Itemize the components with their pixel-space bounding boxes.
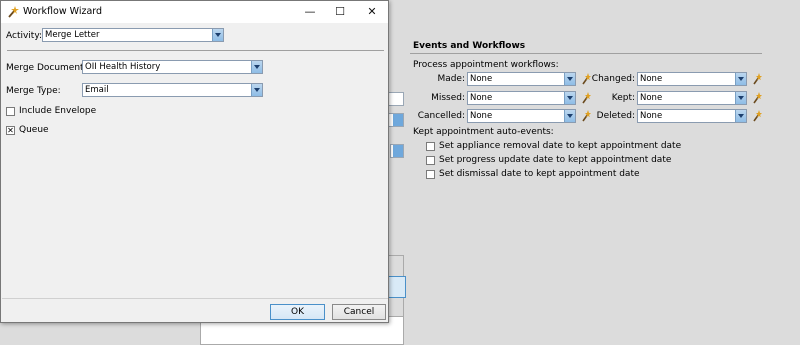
kept-auto-events-title: Kept appointment auto-events: xyxy=(413,127,554,137)
include-envelope-checkbox[interactable] xyxy=(6,107,15,116)
kept-label-wrap: Kept: xyxy=(592,92,635,106)
ok-button[interactable]: OK xyxy=(270,304,325,320)
activity-separator xyxy=(7,50,384,51)
minimize-button[interactable]: — xyxy=(295,1,325,23)
chevron-down-icon[interactable] xyxy=(564,92,575,104)
close-button[interactable]: ✕ xyxy=(357,1,387,23)
chevron-down-icon[interactable] xyxy=(212,29,223,41)
checkbox[interactable] xyxy=(426,170,435,179)
merge-type-value: Email xyxy=(85,85,109,95)
chevron-down-icon[interactable] xyxy=(735,92,746,104)
activity-value: Merge Letter xyxy=(45,30,100,40)
made-label: Made: xyxy=(437,74,465,84)
cancelled-workflow-value: None xyxy=(470,111,493,121)
magic-wand-icon[interactable] xyxy=(752,73,762,85)
cancelled-label-wrap: Cancelled: xyxy=(413,110,465,124)
kept-label: Kept: xyxy=(611,93,635,103)
chevron-down-icon[interactable] xyxy=(564,110,575,122)
button-bar-separator xyxy=(2,298,388,299)
auto-event-progress-update[interactable]: Set progress update date to kept appoint… xyxy=(426,155,726,166)
missed-label-wrap: Missed: xyxy=(413,92,465,106)
merge-type-select[interactable]: Email xyxy=(82,83,263,97)
cancelled-workflow-select[interactable]: None xyxy=(467,109,576,123)
events-section-rule xyxy=(410,53,762,54)
made-label-wrap: Made: xyxy=(413,73,465,87)
auto-event-label: Set dismissal date to kept appointment d… xyxy=(439,169,640,179)
deleted-label: Deleted: xyxy=(596,111,635,121)
window-title: Workflow Wizard xyxy=(23,6,103,17)
merge-type-label: Merge Type: xyxy=(6,86,61,96)
auto-event-dismissal[interactable]: Set dismissal date to kept appointment d… xyxy=(426,169,726,180)
kept-workflow-select[interactable]: None xyxy=(637,91,747,105)
missed-label: Missed: xyxy=(431,93,465,103)
magic-wand-icon[interactable] xyxy=(752,110,762,122)
missed-workflow-select[interactable]: None xyxy=(467,91,576,105)
events-workflows-title: Events and Workflows xyxy=(413,41,526,51)
chevron-down-icon[interactable] xyxy=(251,61,262,73)
background-button-fragment[interactable] xyxy=(388,276,406,298)
chevron-down-icon[interactable] xyxy=(564,73,575,85)
magic-wand-icon[interactable] xyxy=(752,92,762,104)
auto-event-appliance-removal[interactable]: Set appliance removal date to kept appoi… xyxy=(426,141,726,152)
activity-label: Activity: xyxy=(6,31,43,41)
chevron-down-icon[interactable] xyxy=(735,73,746,85)
title-bar[interactable]: Workflow Wizard — ☐ ✕ xyxy=(1,1,388,23)
magic-wand-icon[interactable] xyxy=(581,110,591,122)
changed-workflow-select[interactable]: None xyxy=(637,72,747,86)
background-combo-fragment-2[interactable] xyxy=(390,144,404,158)
made-workflow-select[interactable]: None xyxy=(467,72,576,86)
deleted-label-wrap: Deleted: xyxy=(592,110,635,124)
magic-wand-icon xyxy=(8,6,19,18)
checkbox[interactable] xyxy=(426,142,435,151)
activity-select[interactable]: Merge Letter xyxy=(42,28,224,42)
magic-wand-icon[interactable] xyxy=(581,73,591,85)
include-envelope-label: Include Envelope xyxy=(19,106,97,116)
auto-event-label: Set progress update date to kept appoint… xyxy=(439,155,672,165)
background-combo-fragment[interactable] xyxy=(388,113,404,127)
process-appointment-title: Process appointment workflows: xyxy=(413,60,559,70)
deleted-workflow-value: None xyxy=(640,111,663,121)
auto-event-label: Set appliance removal date to kept appoi… xyxy=(439,141,682,151)
made-workflow-value: None xyxy=(470,74,493,84)
chevron-down-icon[interactable] xyxy=(251,84,262,96)
checkbox[interactable] xyxy=(426,156,435,165)
changed-label: Changed: xyxy=(591,74,635,84)
magic-wand-icon[interactable] xyxy=(581,92,591,104)
queue-label: Queue xyxy=(19,125,49,135)
maximize-button[interactable]: ☐ xyxy=(325,1,355,23)
cancelled-label: Cancelled: xyxy=(417,111,465,121)
merge-document-label: Merge Document: xyxy=(6,63,87,73)
changed-label-wrap: Changed: xyxy=(592,73,635,87)
missed-workflow-value: None xyxy=(470,93,493,103)
merge-document-select[interactable]: OII Health History xyxy=(82,60,263,74)
cancel-button[interactable]: Cancel xyxy=(332,304,386,320)
changed-workflow-value: None xyxy=(640,74,663,84)
chevron-down-icon[interactable] xyxy=(735,110,746,122)
merge-document-value: OII Health History xyxy=(85,62,161,72)
kept-workflow-value: None xyxy=(640,93,663,103)
include-envelope-checkbox-row[interactable]: Include Envelope xyxy=(6,106,126,117)
background-input-fragment[interactable] xyxy=(388,92,404,106)
queue-checkbox-row[interactable]: ✕ Queue xyxy=(6,125,86,136)
workflow-wizard-dialog: Workflow Wizard — ☐ ✕ Activity: Merge Le… xyxy=(0,0,389,323)
queue-checkbox[interactable]: ✕ xyxy=(6,126,15,135)
deleted-workflow-select[interactable]: None xyxy=(637,109,747,123)
